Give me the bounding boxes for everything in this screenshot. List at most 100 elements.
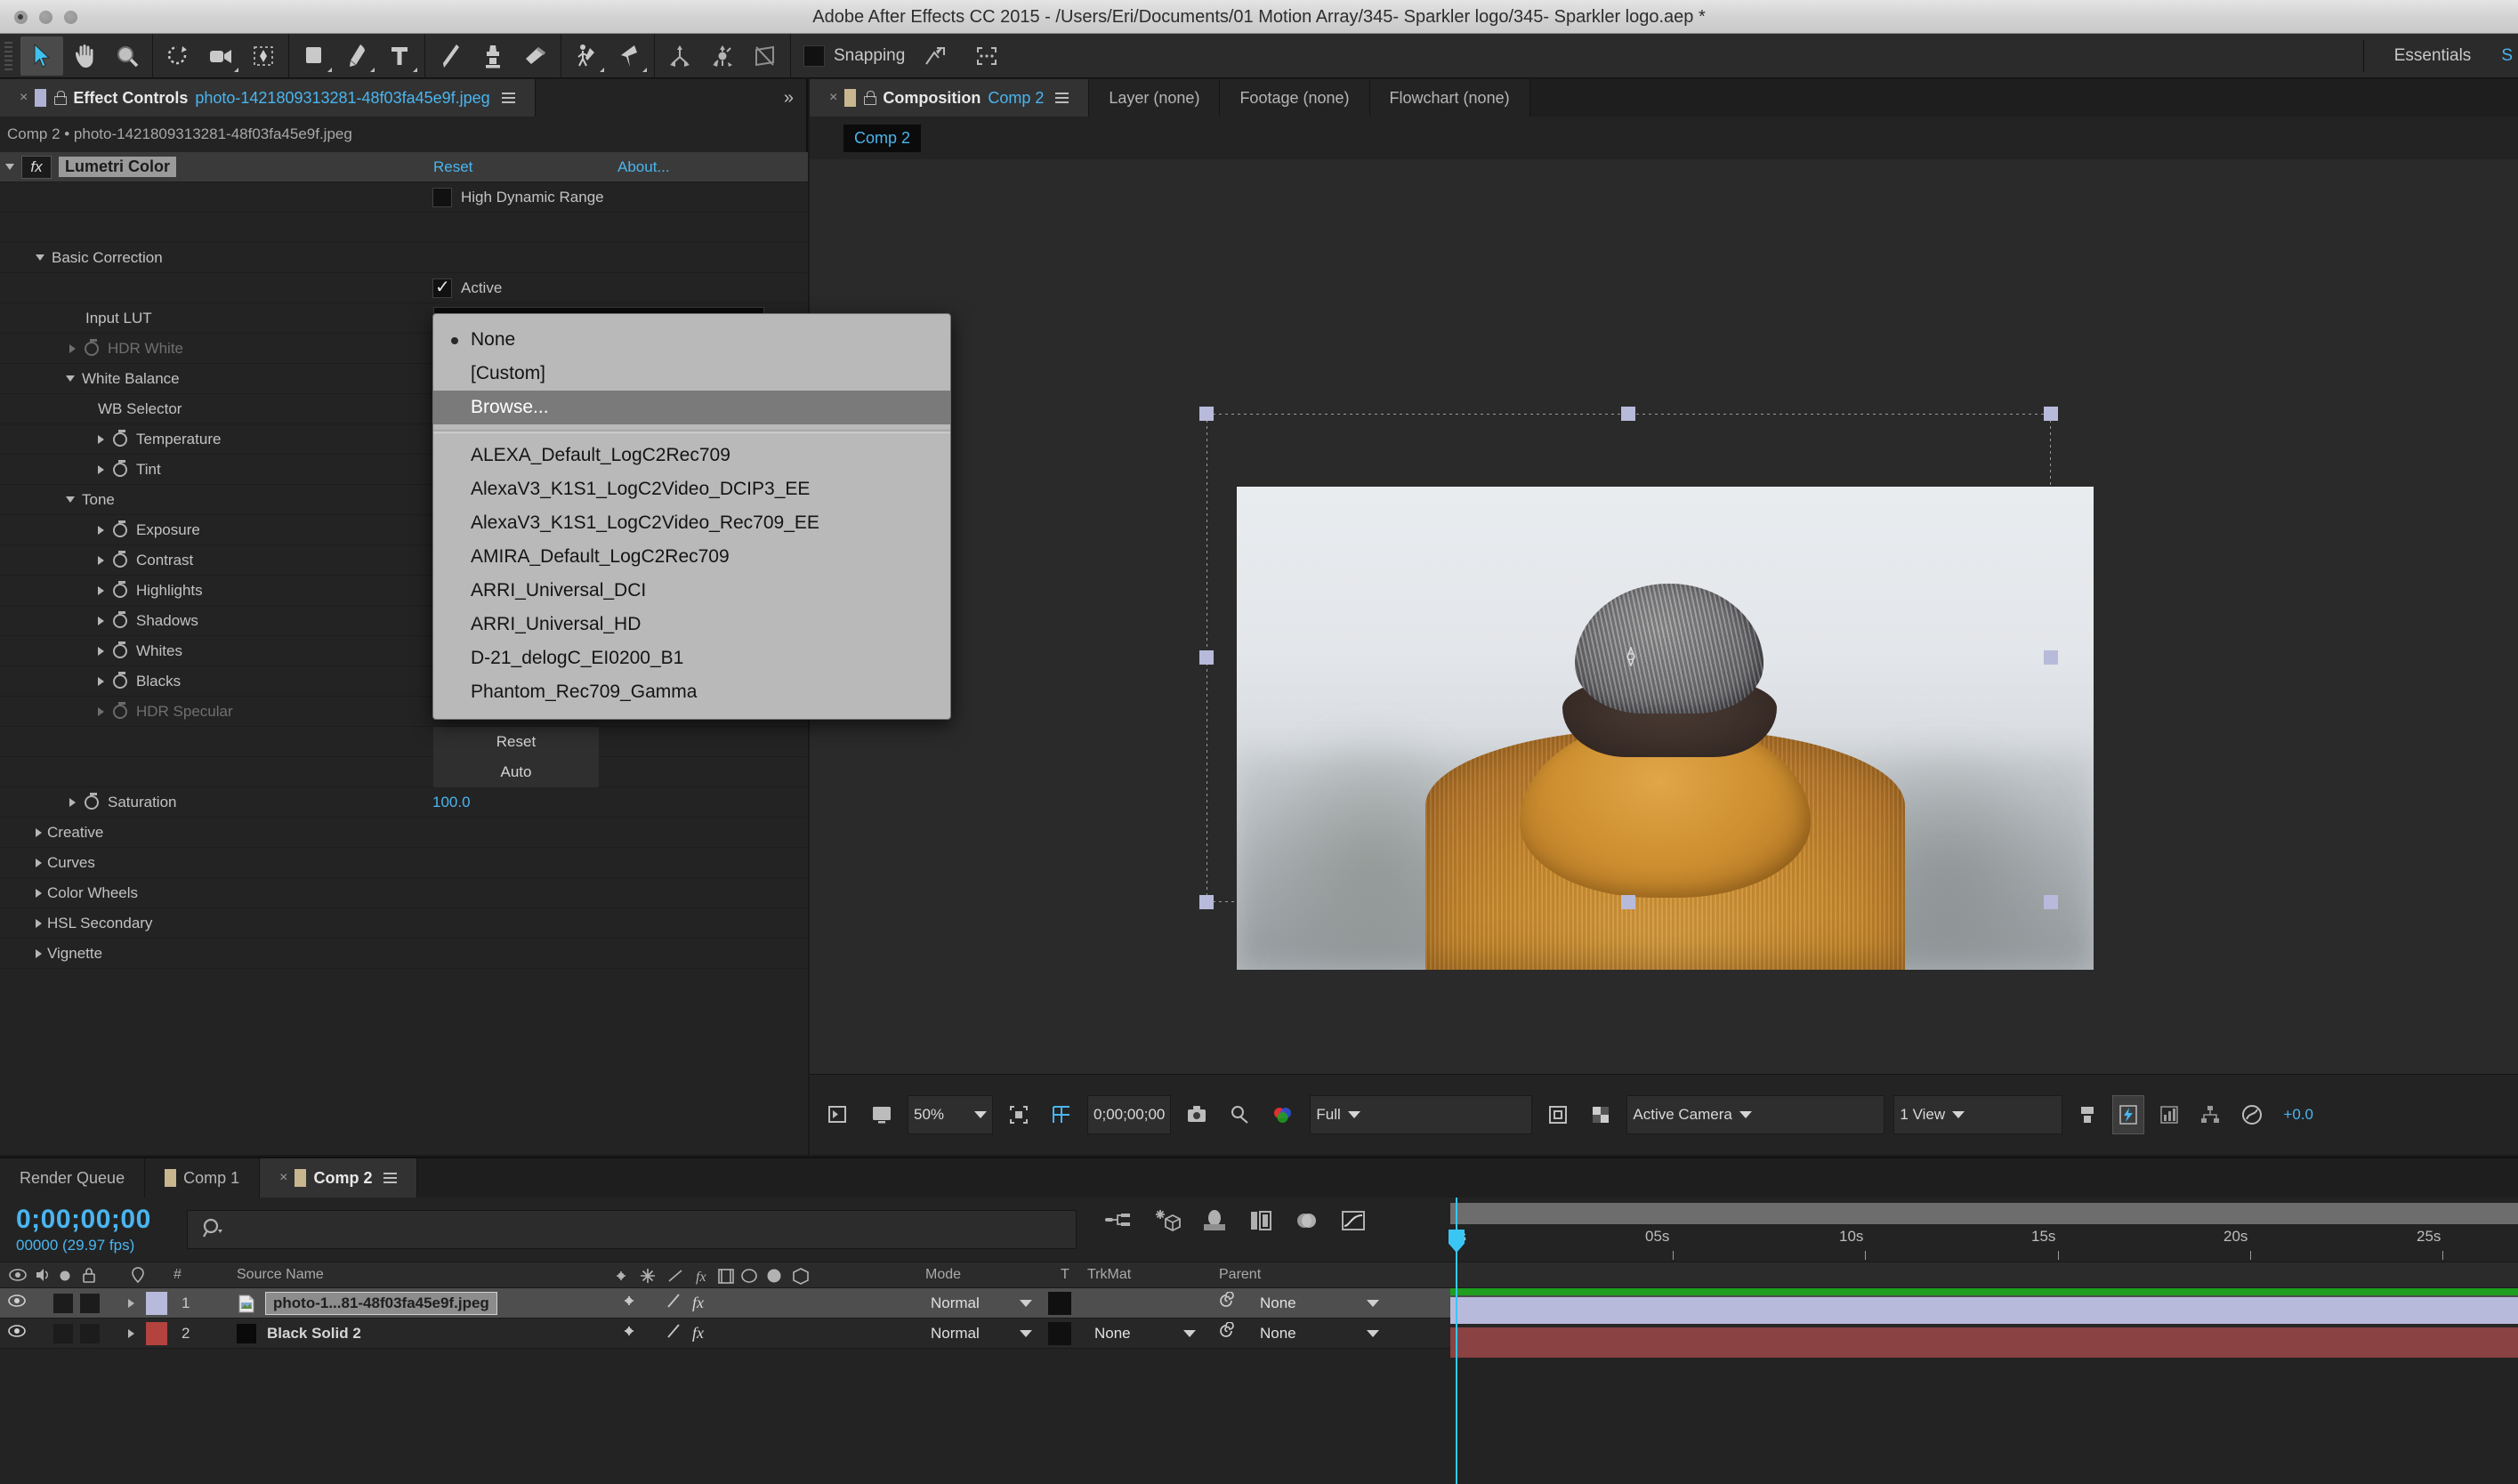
- curves-triangle[interactable]: [36, 858, 42, 867]
- tab-comp-1[interactable]: Comp 1: [145, 1158, 261, 1198]
- composition-viewport[interactable]: [810, 159, 2518, 1074]
- hdr-checkbox[interactable]: [432, 188, 452, 207]
- toggle-transparency-grid-icon[interactable]: [822, 1095, 856, 1134]
- timeline-search-field[interactable]: [187, 1210, 1077, 1249]
- toggle-viewer-icon[interactable]: [865, 1095, 899, 1134]
- color-wheels-triangle[interactable]: [36, 888, 42, 898]
- layer-quality-switch[interactable]: [666, 1292, 682, 1314]
- fast-previews-icon[interactable]: [2112, 1095, 2145, 1134]
- enable-motion-blur-icon[interactable]: [1294, 1209, 1320, 1237]
- stopwatch-icon[interactable]: [113, 701, 127, 719]
- layer-trkmat-dropdown[interactable]: None: [1087, 1322, 1203, 1345]
- temperature-triangle[interactable]: [98, 434, 104, 444]
- hdr-specular-triangle[interactable]: [98, 706, 104, 716]
- color-wheels-group[interactable]: Color Wheels: [0, 878, 808, 908]
- breadcrumb-comp2[interactable]: Comp 2: [843, 124, 922, 152]
- layer-solo-toggle[interactable]: [80, 1293, 100, 1313]
- layer-color-swatch[interactable]: [146, 1322, 167, 1345]
- panel-menu-icon[interactable]: [383, 1172, 398, 1184]
- layer-parent-link-icon[interactable]: [619, 1322, 639, 1344]
- puppet-pin-tool[interactable]: [608, 36, 650, 76]
- snapping-bounds-icon[interactable]: [965, 36, 1008, 76]
- tab-composition[interactable]: × Composition Comp 2: [810, 79, 1090, 117]
- expand-panels-icon[interactable]: »: [771, 79, 806, 117]
- snapping-checkbox[interactable]: [803, 44, 825, 67]
- camera-orbit-tool[interactable]: [199, 36, 242, 76]
- roto-brush-tool[interactable]: [565, 36, 608, 76]
- layer-video-toggle[interactable]: [7, 1323, 27, 1343]
- workspace-chevron-icon[interactable]: S: [2501, 46, 2518, 66]
- draft-3d-icon[interactable]: [1153, 1208, 1182, 1238]
- toolbar-grip[interactable]: [3, 39, 17, 72]
- views-dropdown[interactable]: 1 View: [1893, 1095, 2063, 1134]
- lock-icon[interactable]: [863, 91, 877, 105]
- basic-correction-triangle[interactable]: [36, 254, 44, 261]
- eraser-tool[interactable]: [514, 36, 557, 76]
- close-icon[interactable]: ×: [20, 90, 28, 106]
- clone-stamp-tool[interactable]: [472, 36, 514, 76]
- selection-handle-tl[interactable]: [1199, 407, 1214, 421]
- anchor-point-icon[interactable]: [1621, 645, 1641, 668]
- menu-item-alexav3-dcip3[interactable]: AlexaV3_K1S1_LogC2Video_DCIP3_EE: [433, 472, 950, 506]
- pixel-aspect-correction-icon[interactable]: [2071, 1095, 2103, 1134]
- active-checkbox[interactable]: [432, 276, 452, 298]
- snapping-arrow-icon[interactable]: [914, 36, 956, 76]
- stopwatch-icon[interactable]: [113, 550, 127, 568]
- layer-parent-dropdown[interactable]: None: [1253, 1292, 1386, 1315]
- layer-mode-dropdown[interactable]: Normal: [924, 1292, 1039, 1315]
- work-area-bar[interactable]: [1450, 1203, 2518, 1224]
- effect-reset-button[interactable]: Reset: [433, 158, 472, 176]
- menu-item-alexa-default[interactable]: ALEXA_Default_LogC2Rec709: [433, 439, 950, 472]
- basic-correction-group[interactable]: Basic Correction: [0, 243, 808, 273]
- layer-audio-toggle[interactable]: [53, 1323, 73, 1343]
- stopwatch-icon[interactable]: [113, 641, 127, 658]
- tone-auto-button[interactable]: Auto: [433, 757, 599, 787]
- type-tool[interactable]: [378, 36, 421, 76]
- layer-parent-pickwhip[interactable]: [1217, 1291, 1237, 1314]
- selection-handle-ml[interactable]: [1199, 650, 1214, 665]
- effect-header-row[interactable]: fx Lumetri Color Reset About...: [0, 152, 808, 182]
- blacks-triangle[interactable]: [98, 676, 104, 686]
- viewer-timecode[interactable]: 0;00;00;00: [1087, 1095, 1172, 1134]
- magnification-dropdown[interactable]: 50%: [908, 1095, 994, 1134]
- layer-2-duration-bar[interactable]: [1450, 1327, 2518, 1358]
- layer-photo-preview[interactable]: [1237, 487, 2094, 970]
- dolly-camera-tool[interactable]: [744, 36, 787, 76]
- layer-t-swatch[interactable]: [1048, 1292, 1071, 1315]
- exposure-reset-icon[interactable]: [2235, 1095, 2269, 1134]
- shadows-triangle[interactable]: [98, 616, 104, 625]
- tone-reset-button[interactable]: Reset: [433, 727, 599, 757]
- stopwatch-icon[interactable]: [113, 671, 127, 689]
- hand-tool[interactable]: [63, 36, 106, 76]
- selection-handle-br[interactable]: [2044, 895, 2058, 909]
- exposure-triangle[interactable]: [98, 525, 104, 535]
- enable-frame-blending-icon[interactable]: [1247, 1209, 1274, 1237]
- layer-disclosure-triangle[interactable]: [128, 1299, 134, 1308]
- tab-flowchart[interactable]: Flowchart (none): [1369, 79, 1530, 117]
- graph-editor-icon[interactable]: [1340, 1209, 1367, 1237]
- menu-item-amira-default[interactable]: AMIRA_Default_LogC2Rec709: [433, 540, 950, 574]
- search-input[interactable]: [236, 1220, 1037, 1239]
- menu-item-phantom-rec709[interactable]: Phantom_Rec709_Gamma: [433, 675, 950, 709]
- effect-name[interactable]: Lumetri Color: [59, 157, 177, 177]
- layer-parent-pickwhip[interactable]: [1217, 1321, 1237, 1344]
- region-of-interest-icon[interactable]: [1002, 1095, 1036, 1134]
- selection-tool[interactable]: [20, 36, 63, 76]
- effect-about-button[interactable]: About...: [617, 158, 670, 176]
- timeline-icon[interactable]: [2153, 1095, 2185, 1134]
- menu-item-alexav3-rec709[interactable]: AlexaV3_K1S1_LogC2Video_Rec709_EE: [433, 506, 950, 540]
- layer-t-swatch[interactable]: [1048, 1322, 1071, 1345]
- comp-flowchart-icon[interactable]: [2194, 1095, 2226, 1134]
- shape-tool[interactable]: [293, 36, 335, 76]
- tab-render-queue[interactable]: Render Queue: [0, 1158, 146, 1198]
- workspace-essentials[interactable]: Essentials: [2364, 46, 2502, 66]
- menu-item-custom[interactable]: [Custom]: [433, 357, 950, 391]
- layer-disclosure-triangle[interactable]: [128, 1329, 134, 1338]
- close-icon[interactable]: ×: [829, 90, 837, 106]
- tab-footage[interactable]: Footage (none): [1220, 79, 1370, 117]
- layer-source-name[interactable]: Black Solid 2: [267, 1325, 361, 1343]
- stopwatch-icon[interactable]: [113, 610, 127, 628]
- exposure-value-field[interactable]: +0.0: [2278, 1095, 2319, 1134]
- input-lut-dropdown-menu[interactable]: None [Custom] Browse... ALEXA_Default_Lo…: [432, 313, 951, 720]
- hdr-white-triangle[interactable]: [69, 343, 76, 353]
